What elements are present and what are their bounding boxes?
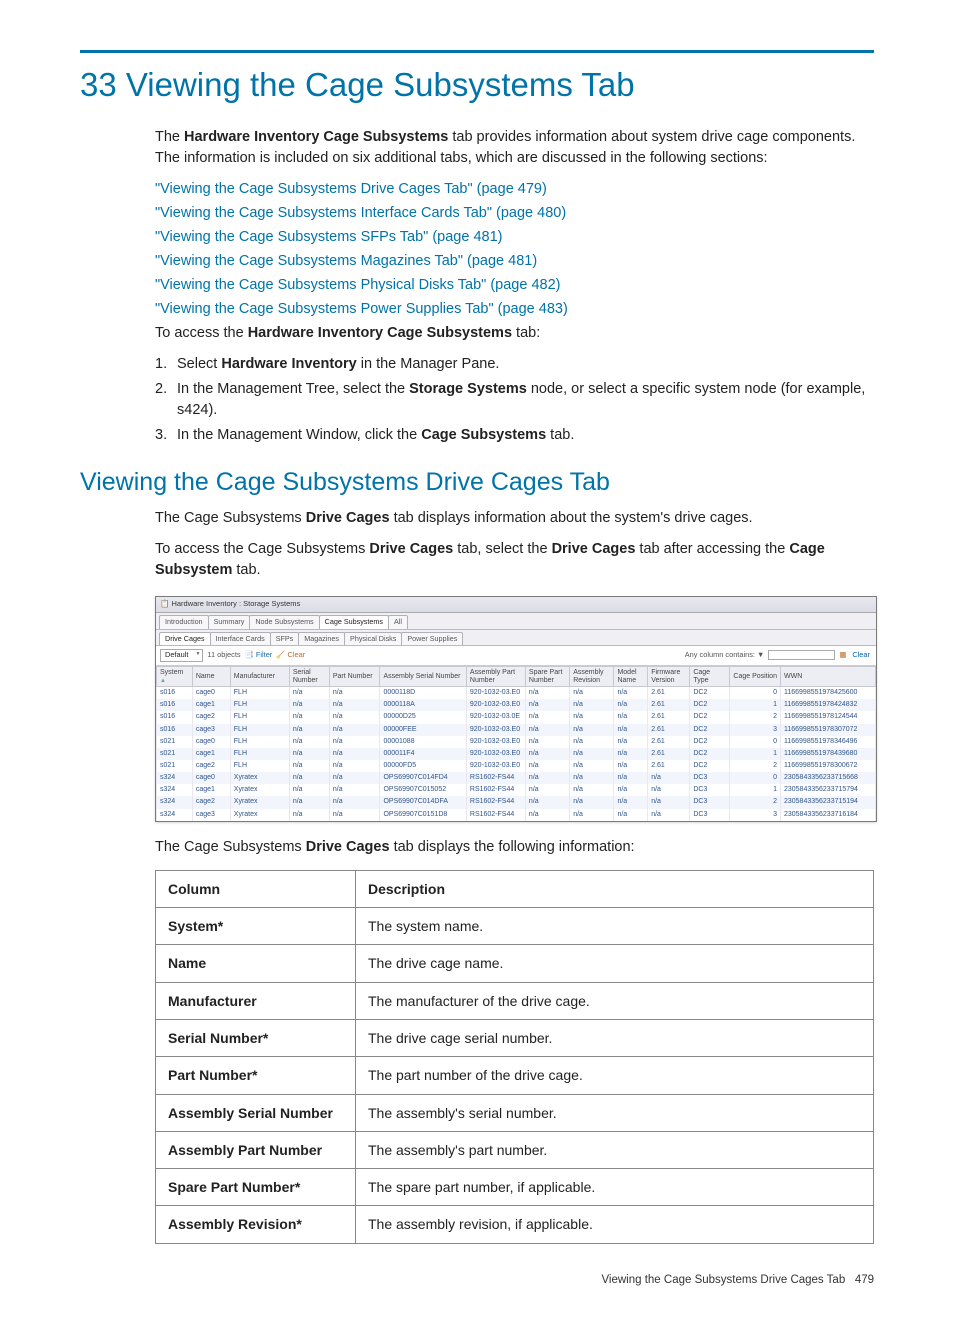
ss-tab-introduction[interactable]: Introduction [159,615,209,628]
ss-subtab-interface-cards[interactable]: Interface Cards [210,632,271,645]
ss-main-tabs: IntroductionSummaryNode SubsystemsCage S… [156,613,876,629]
table-row[interactable]: s016cage1FLHn/an/a0000118A920-1032-03.E0… [157,699,876,711]
toc-link[interactable]: "Viewing the Cage Subsystems Interface C… [155,203,874,224]
info-head-description: Description [356,870,874,907]
ss-col-header[interactable]: Spare Part Number [525,666,569,686]
ss-filter-link[interactable]: 📑 Filter [245,650,273,661]
ss-col-header[interactable]: Part Number [329,666,380,686]
ss-breadcrumb: 📋 Hardware Inventory : Storage Systems [156,597,876,613]
ss-search-input[interactable] [768,650,835,660]
ss-col-header[interactable]: Assembly Serial Number [380,666,466,686]
intro-paragraph: The Hardware Inventory Cage Subsystems t… [155,127,874,169]
ss-col-header[interactable]: Assembly Revision [570,666,614,686]
ss-col-header[interactable]: Assembly Part Number [466,666,525,686]
ss-object-count: 11 objects [207,650,240,661]
toc-link[interactable]: "Viewing the Cage Subsystems Physical Di… [155,275,874,296]
ss-subtab-sfps[interactable]: SFPs [270,632,300,645]
table-row[interactable]: s021cage2FLHn/an/a00000FD5920-1032-03.E0… [157,760,876,772]
info-table: Column Description System*The system nam… [155,870,874,1244]
ss-col-header[interactable]: Firmware Version [648,666,690,686]
step-item: 3.In the Management Window, click the Ca… [155,425,874,446]
info-head-column: Column [156,870,356,907]
toc-link[interactable]: "Viewing the Cage Subsystems Power Suppl… [155,299,874,320]
ss-subtab-drive-cages[interactable]: Drive Cages [159,632,211,645]
top-rule [80,50,874,53]
table-row[interactable]: s016cage2FLHn/an/a00000D25920-1032-03.0E… [157,711,876,723]
toc-link[interactable]: "Viewing the Cage Subsystems SFPs Tab" (… [155,227,874,248]
ss-subtab-power-supplies[interactable]: Power Supplies [401,632,463,645]
toc-link[interactable]: "Viewing the Cage Subsystems Drive Cages… [155,179,874,200]
access-line: To access the Hardware Inventory Cage Su… [155,323,874,344]
section-p2: To access the Cage Subsystems Drive Cage… [155,539,874,581]
ss-tab-node-subsystems[interactable]: Node Subsystems [249,615,319,628]
ss-data-table: System ▲NameManufacturerSerial NumberPar… [156,666,876,821]
ss-col-header[interactable]: Name [192,666,230,686]
ss-tab-all[interactable]: All [388,615,408,628]
ss-clear-button[interactable]: Clear [850,650,872,661]
info-row: Assembly Serial NumberThe assembly's ser… [156,1094,874,1131]
table-row[interactable]: s324cage0Xyratexn/an/aOPS69907C014FD4RS1… [157,772,876,784]
info-row: NameThe drive cage name. [156,945,874,982]
info-row: System*The system name. [156,908,874,945]
info-row: ManufacturerThe manufacturer of the driv… [156,982,874,1019]
ss-col-header[interactable]: Manufacturer [230,666,289,686]
table-row[interactable]: s324cage1Xyratexn/an/aOPS69907C015052RS1… [157,784,876,796]
step-item: 1.Select Hardware Inventory in the Manag… [155,354,874,375]
table-row[interactable]: s021cage1FLHn/an/a000011F4920-1032-03.E0… [157,748,876,760]
table-row[interactable]: s324cage3Xyratexn/an/aOPS69907C0151D8RS1… [157,809,876,821]
page-footer: Viewing the Cage Subsystems Drive Cages … [80,1272,874,1289]
ss-default-dropdown[interactable]: Default [160,649,203,662]
toc-link[interactable]: "Viewing the Cage Subsystems Magazines T… [155,251,874,272]
grid-icon[interactable]: ▦ [839,650,846,661]
ss-filter-bar: Default 11 objects 📑 Filter 🧹 Clear Any … [156,646,876,666]
info-row: Serial Number*The drive cage serial numb… [156,1019,874,1056]
ss-col-header[interactable]: Serial Number [289,666,329,686]
info-row: Part Number*The part number of the drive… [156,1057,874,1094]
table-row[interactable]: s021cage0FLHn/an/a00001088920-1032-03.E0… [157,736,876,748]
section-p3: The Cage Subsystems Drive Cages tab disp… [155,837,874,858]
ss-col-header[interactable]: System ▲ [157,666,193,686]
ss-sub-tabs: Drive CagesInterface CardsSFPsMagazinesP… [156,630,876,646]
screenshot-panel: 📋 Hardware Inventory : Storage Systems I… [155,596,877,821]
step-item: 2.In the Management Tree, select the Sto… [155,379,874,421]
ss-tab-summary[interactable]: Summary [208,615,251,628]
table-row[interactable]: s016cage3FLHn/an/a00000FEE920-1032-03.E0… [157,724,876,736]
info-row: Assembly Part NumberThe assembly's part … [156,1131,874,1168]
section-p1: The Cage Subsystems Drive Cages tab disp… [155,508,874,529]
ss-subtab-physical-disks[interactable]: Physical Disks [344,632,402,645]
chapter-title: 33 Viewing the Cage Subsystems Tab [80,61,874,109]
ss-clear-small[interactable]: 🧹 Clear [276,650,305,661]
info-row: Spare Part Number*The spare part number,… [156,1169,874,1206]
ss-col-header[interactable]: Cage Type [690,666,730,686]
ss-subtab-magazines[interactable]: Magazines [298,632,345,645]
section-title: Viewing the Cage Subsystems Drive Cages … [80,464,874,500]
ss-tab-cage-subsystems[interactable]: Cage Subsystems [319,615,389,628]
info-row: Assembly Revision*The assembly revision,… [156,1206,874,1243]
table-row[interactable]: s324cage2Xyratexn/an/aOPS69907C014DFARS1… [157,796,876,808]
ss-col-header[interactable]: Model Name [614,666,648,686]
ss-anycol-label: Any column contains: ▼ [685,650,765,661]
ss-col-header[interactable]: Cage Position [730,666,781,686]
ss-col-header[interactable]: WWN [780,666,875,686]
table-row[interactable]: s016cage0FLHn/an/a0000118D920-1032-03.E0… [157,687,876,700]
